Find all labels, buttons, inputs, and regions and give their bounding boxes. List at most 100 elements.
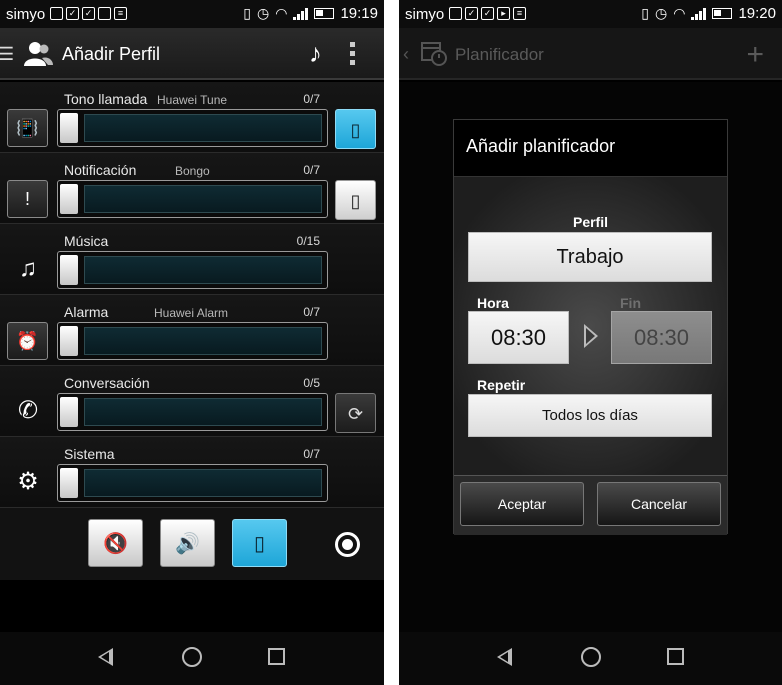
row-sound: Huawei Alarm (154, 306, 229, 320)
status-right: ▯ ◷ ◠ 19:19 (243, 5, 378, 22)
slider-thumb[interactable] (60, 326, 78, 356)
home-icon[interactable] (182, 647, 202, 667)
slider-track (84, 469, 322, 497)
vibrate-icon[interactable]: ▯ (232, 519, 287, 567)
page-title: Añadir Perfil (62, 44, 161, 64)
cancel-button[interactable]: Cancelar (597, 482, 721, 526)
volume-slider[interactable] (57, 109, 328, 147)
vibrate-toggle-icon[interactable]: ▯ (335, 109, 376, 149)
slider-thumb[interactable] (60, 468, 78, 498)
scheduler-screen: simyo ✓ ✓ ▸ ≡ ▯ ◷ ◠ 19:20 ‹ Planificador… (399, 0, 782, 685)
row-label: Conversación (64, 375, 150, 391)
dialog-header: Añadir planificador (454, 120, 727, 177)
slider-track (84, 185, 322, 213)
signal-icon (293, 7, 309, 20)
slider-track (84, 114, 322, 142)
battery-icon (712, 8, 733, 19)
home-icon[interactable] (581, 647, 601, 667)
overflow-menu-icon[interactable] (350, 42, 356, 65)
mute-icon[interactable]: 🔇 (88, 519, 143, 567)
nav-bar (0, 632, 384, 685)
alarm-status-icon: ◷ (257, 5, 270, 21)
phone-ring-icon[interactable]: 📳 (7, 109, 48, 147)
alarm-status-icon: ◷ (655, 5, 668, 21)
page-title: Planificador (455, 45, 544, 64)
slider-thumb[interactable] (60, 184, 78, 214)
battery-icon (314, 8, 335, 19)
list-icon: ≡ (114, 7, 127, 20)
row-label: Sistema (64, 446, 115, 462)
hora-field[interactable]: 08:30 (468, 311, 569, 364)
row-label: Tono llamada (64, 91, 148, 107)
mode-bar: 🔇 🔊 ▯ (0, 514, 384, 580)
accept-button[interactable]: Aceptar (460, 482, 584, 526)
slider-thumb[interactable] (60, 113, 78, 143)
chevron-left-icon[interactable]: ‹ (403, 44, 409, 65)
action-bar: ‹ Planificador + (399, 28, 782, 80)
volume-slider[interactable] (57, 393, 328, 431)
recents-icon[interactable] (268, 648, 285, 665)
add-icon[interactable]: + (746, 38, 764, 72)
vibrate-toggle-icon[interactable]: ▯ (335, 180, 376, 220)
fin-field[interactable]: 08:30 (611, 311, 712, 364)
perfil-label: Perfil (572, 214, 608, 230)
image-icon (449, 7, 462, 20)
row-musica: ♫ Música 0/15 (0, 224, 384, 295)
add-scheduler-dialog: Añadir planificador Perfil Trabajo Hora … (453, 119, 728, 535)
slider-track (84, 327, 322, 355)
row-count: 0/7 (303, 305, 320, 319)
image-icon (50, 7, 63, 20)
vibrate-status-icon: ▯ (243, 5, 252, 21)
status-clock: 19:19 (340, 5, 378, 22)
row-count: 0/7 (303, 163, 320, 177)
volume-slider[interactable] (57, 464, 328, 502)
status-right: ▯ ◷ ◠ 19:20 (641, 5, 776, 22)
perfil-select[interactable]: Trabajo (468, 232, 712, 282)
row-conversacion: ✆ Conversación 0/5 ⟳ (0, 366, 384, 437)
row-label: Notificación (64, 162, 137, 178)
slider-track (84, 256, 322, 284)
gear-icon: ⚙ (17, 468, 39, 495)
slider-thumb[interactable] (60, 397, 78, 427)
recents-icon[interactable] (667, 648, 684, 665)
row-count: 0/15 (296, 234, 320, 248)
calendar-clock-icon (421, 42, 447, 66)
row-count: 0/7 (303, 447, 320, 461)
check-icon: ✓ (82, 7, 95, 20)
back-icon[interactable] (98, 648, 113, 666)
check-icon: ✓ (465, 7, 478, 20)
fin-label: Fin (620, 295, 641, 311)
row-alarma: ⏰ Alarma Huawei Alarm 0/7 (0, 295, 384, 366)
back-icon[interactable] (497, 648, 512, 666)
menu-icon[interactable]: ☰ (0, 44, 14, 65)
profile-screen: simyo ✓ ✓ ≡ ▯ ◷ ◠ 19:19 ☰ Añadir Perfil … (0, 0, 384, 685)
music-note-button[interactable]: ♪ (309, 38, 322, 69)
arrow-right-icon (584, 324, 598, 348)
alarm-clock-icon[interactable]: ⏰ (7, 322, 48, 360)
notification-icon[interactable]: ! (7, 180, 48, 218)
notification-icons: ✓ ✓ ▸ ≡ (449, 7, 526, 20)
volume-slider[interactable] (57, 180, 328, 218)
row-label: Música (64, 233, 109, 249)
volume-icon[interactable]: 🔊 (160, 519, 215, 567)
profile-circle-icon[interactable] (335, 532, 360, 557)
volume-slider[interactable] (57, 322, 328, 360)
status-bar: simyo ✓ ✓ ≡ ▯ ◷ ◠ 19:19 (0, 0, 384, 28)
check-icon: ✓ (481, 7, 494, 20)
wifi-icon: ◠ (275, 5, 288, 21)
profile-avatar-icon (24, 42, 53, 66)
phone-handset-icon: ✆ (17, 397, 39, 424)
dialog-footer: Aceptar Cancelar (454, 475, 727, 535)
bag-icon (98, 7, 111, 20)
sync-icon[interactable]: ⟳ (335, 393, 376, 433)
row-tono-llamada: 📳 Tono llamada Huawei Tune 0/7 ▯ (0, 82, 384, 153)
volume-rows: 📳 Tono llamada Huawei Tune 0/7 ▯ ! Notif… (0, 82, 384, 514)
volume-slider[interactable] (57, 251, 328, 289)
signal-icon (691, 7, 707, 20)
row-label: Alarma (64, 304, 109, 320)
repetir-select[interactable]: Todos los días (468, 394, 712, 437)
action-bar: ☰ Añadir Perfil ♪ (0, 28, 384, 80)
dialog-body: Perfil Trabajo Hora 08:30 Fin 08:30 Repe… (454, 177, 727, 475)
slider-thumb[interactable] (60, 255, 78, 285)
notification-icons: ✓ ✓ ≡ (50, 7, 127, 20)
